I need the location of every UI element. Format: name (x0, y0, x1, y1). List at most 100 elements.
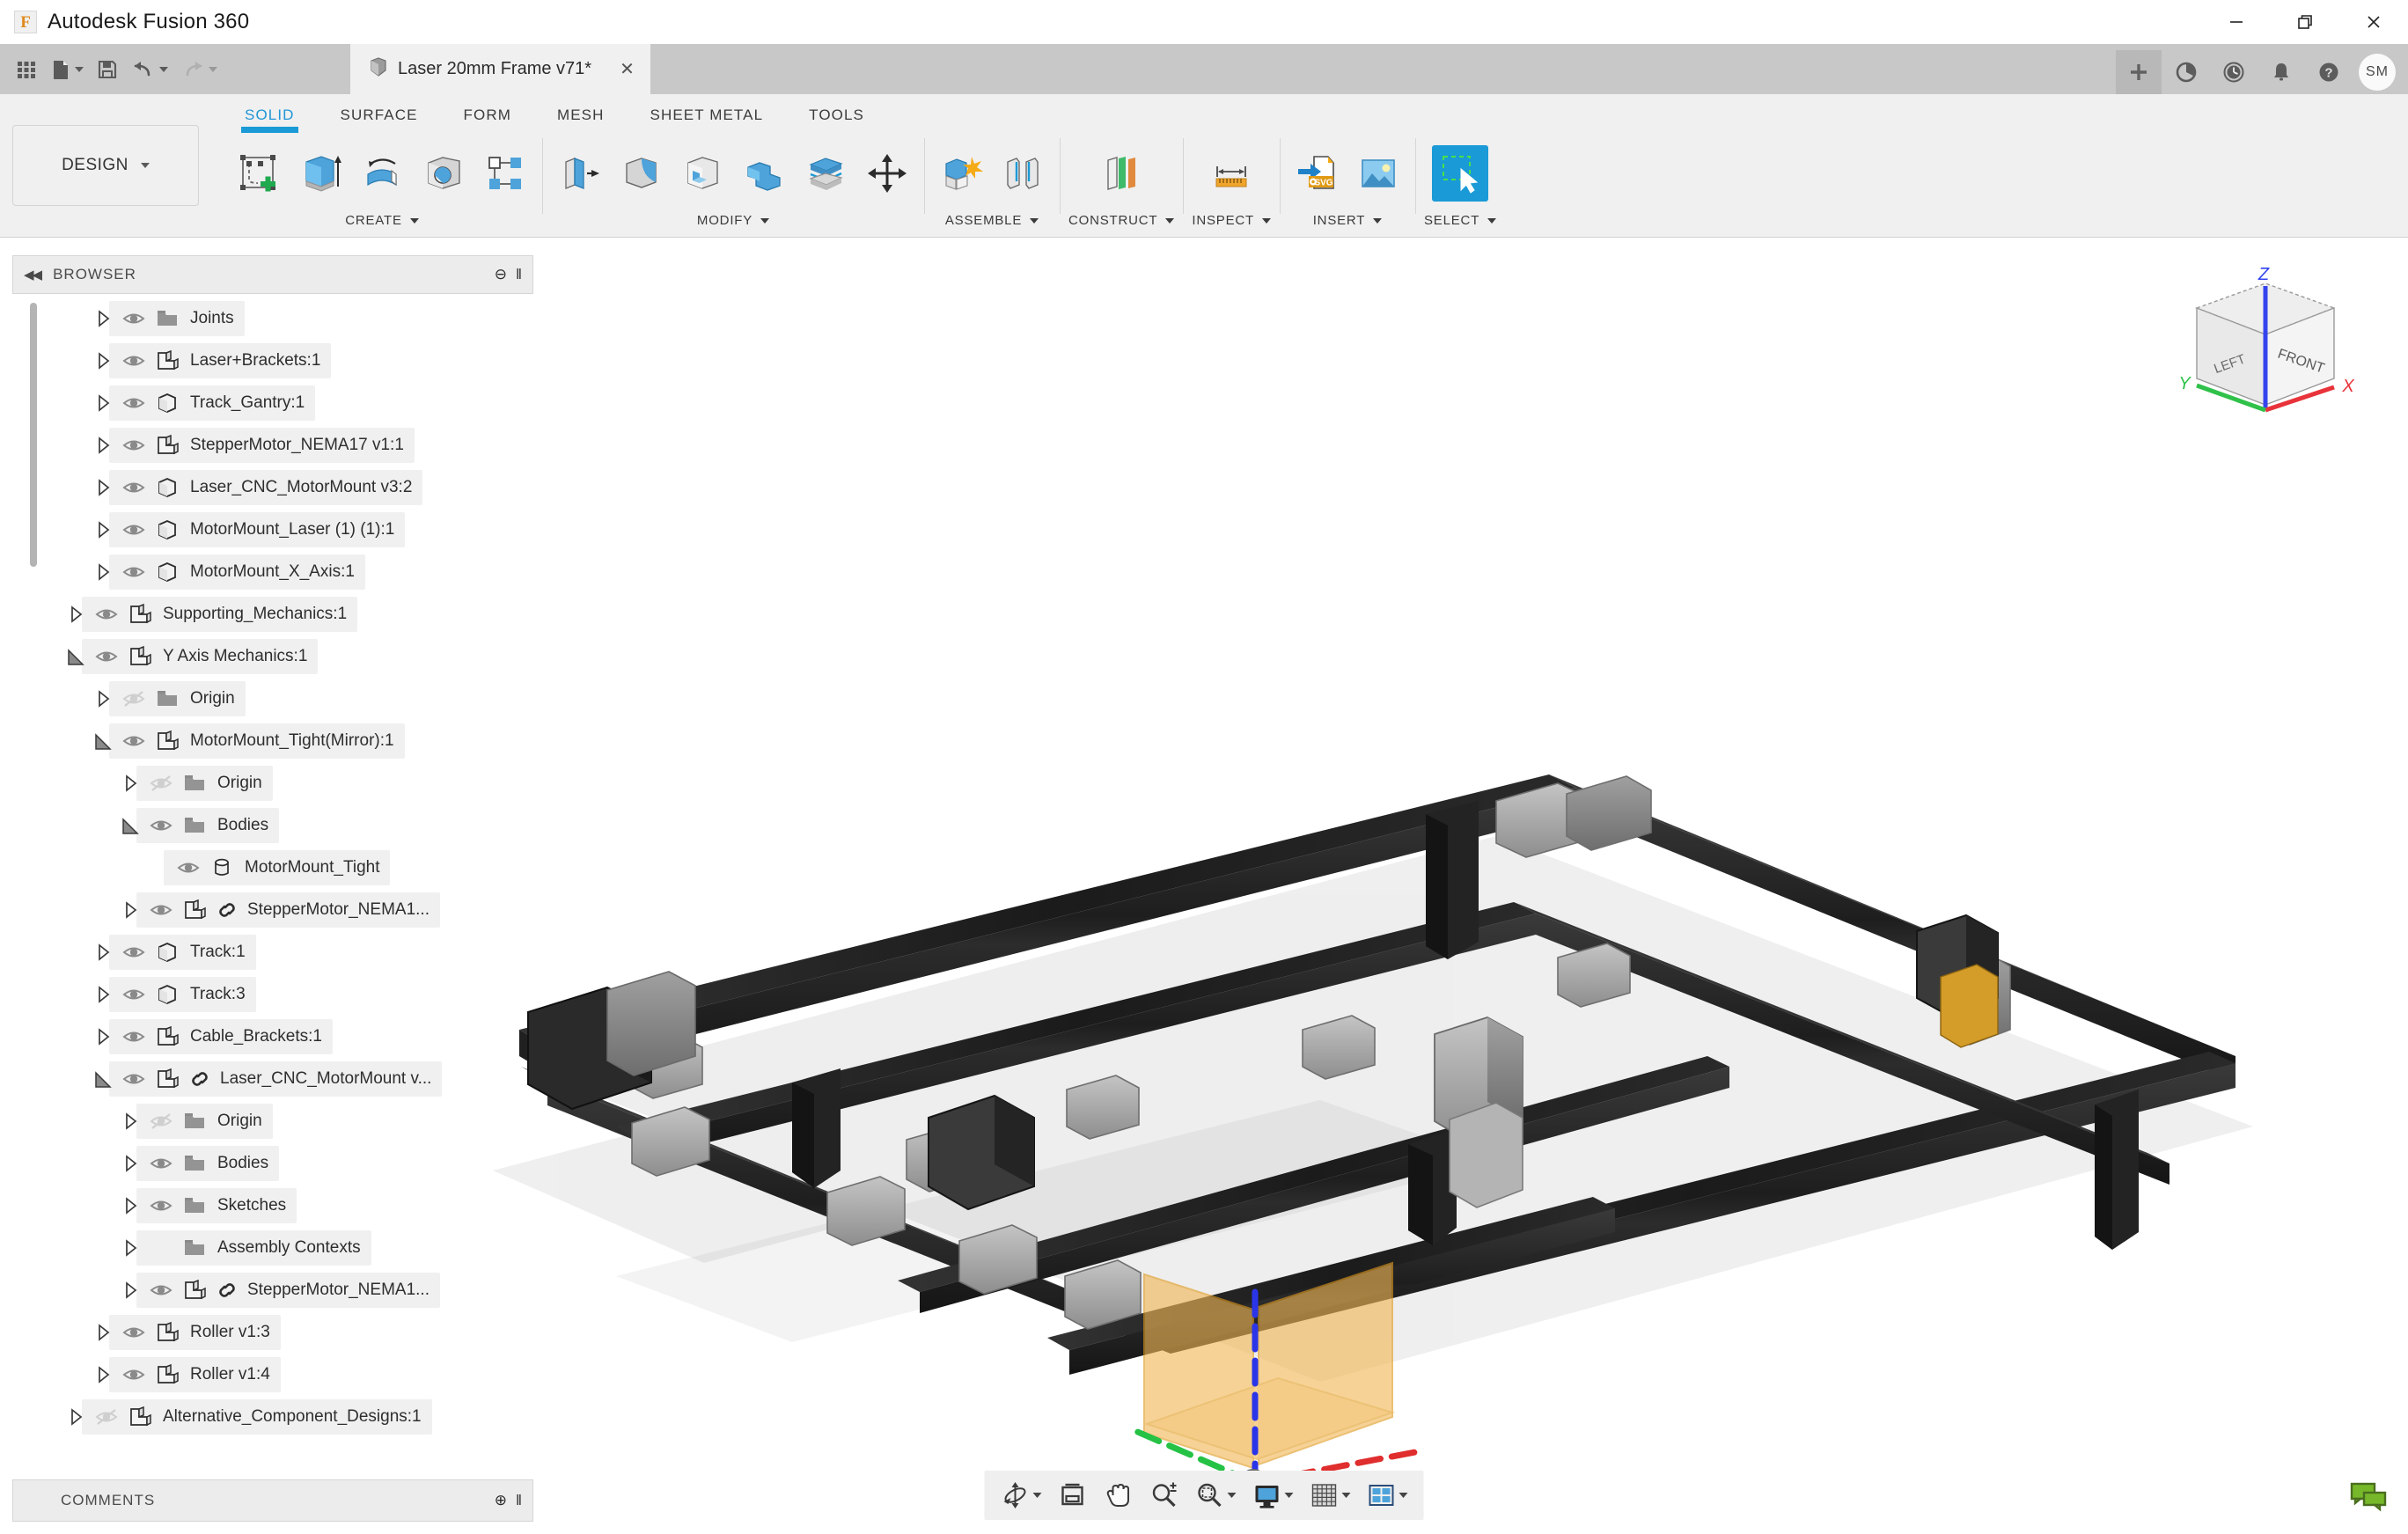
browser-tree-item[interactable]: Origin (12, 678, 533, 720)
tree-expand-arrow-icon[interactable] (88, 351, 118, 371)
visibility-on-icon[interactable] (118, 986, 150, 1003)
browser-tree-item[interactable]: Cable_Brackets:1 (12, 1016, 533, 1058)
select-window-icon[interactable] (1432, 144, 1489, 202)
tree-expand-arrow-icon[interactable] (88, 520, 118, 539)
visibility-on-icon[interactable] (118, 1366, 150, 1384)
press-pull-icon[interactable] (551, 145, 607, 202)
browser-tree-item[interactable]: Laser_CNC_MotorMount v... (12, 1058, 533, 1100)
minimize-button[interactable] (2202, 0, 2271, 44)
ribbon-group-inspect-label[interactable]: INSPECT (1192, 213, 1271, 237)
tree-collapse-arrow-icon[interactable] (61, 647, 91, 666)
tree-expand-arrow-icon[interactable] (61, 1407, 91, 1427)
visibility-on-icon[interactable] (118, 732, 150, 750)
visibility-on-icon[interactable] (118, 943, 150, 961)
visibility-on-icon[interactable] (118, 1070, 150, 1088)
ribbon-group-assemble-label[interactable]: ASSEMBLE (945, 213, 1039, 237)
tab-solid[interactable]: SOLID (222, 106, 318, 133)
browser-tree-item[interactable]: Laser_CNC_MotorMount v3:2 (12, 466, 533, 509)
browser-tree-item[interactable]: MotorMount_Laser (1) (1):1 (12, 509, 533, 551)
browser-tree-item[interactable]: MotorMount_Tight (12, 847, 533, 889)
browser-tree-item[interactable]: Origin (12, 1100, 533, 1142)
tree-collapse-arrow-icon[interactable] (88, 731, 118, 751)
close-tab-icon[interactable]: ✕ (616, 57, 638, 82)
visibility-off-icon[interactable] (145, 774, 177, 792)
close-button[interactable] (2339, 0, 2408, 44)
tree-expand-arrow-icon[interactable] (88, 1027, 118, 1046)
browser-tree-item[interactable]: Roller v1:4 (12, 1354, 533, 1396)
grid-snaps-icon[interactable] (1303, 1475, 1358, 1516)
ribbon-group-select-label[interactable]: SELECT (1424, 213, 1497, 237)
ribbon-group-create-label[interactable]: CREATE (345, 213, 419, 237)
browser-resize-grip[interactable]: ‖ (516, 266, 522, 283)
tree-expand-arrow-icon[interactable] (88, 1365, 118, 1384)
combine-icon[interactable] (736, 145, 792, 202)
offset-plane-icon[interactable] (1093, 145, 1149, 202)
browser-tree-item[interactable]: Assembly Contexts (12, 1227, 533, 1269)
visibility-off-icon[interactable] (145, 1112, 177, 1130)
zoom-icon[interactable] (1142, 1475, 1186, 1516)
chat-bubble-icon[interactable] (2350, 1482, 2389, 1516)
tree-expand-arrow-icon[interactable] (88, 436, 118, 455)
browser-tree-item[interactable]: Laser+Brackets:1 (12, 340, 533, 382)
tree-expand-arrow-icon[interactable] (115, 900, 145, 920)
display-settings-icon[interactable] (1245, 1475, 1301, 1516)
notifications-bell-icon[interactable] (2258, 50, 2304, 94)
browser-tree-item[interactable]: Bodies (12, 804, 533, 847)
browser-tree-item[interactable]: Roller v1:3 (12, 1311, 533, 1354)
measure-icon[interactable] (1203, 145, 1259, 202)
comments-resize-grip[interactable]: ‖ (516, 1492, 522, 1509)
visibility-on-icon[interactable] (118, 563, 150, 581)
recent-clock-icon[interactable] (2211, 50, 2257, 94)
tree-expand-arrow-icon[interactable] (88, 562, 118, 582)
visibility-on-icon[interactable] (145, 1155, 177, 1172)
ribbon-group-construct-label[interactable]: CONSTRUCT (1068, 213, 1175, 237)
browser-tree-item[interactable]: Bodies (12, 1142, 533, 1185)
visibility-on-icon[interactable] (145, 901, 177, 919)
tree-expand-arrow-icon[interactable] (61, 605, 91, 624)
viewports-icon[interactable] (1360, 1475, 1415, 1516)
tree-expand-arrow-icon[interactable] (115, 1238, 145, 1258)
visibility-off-icon[interactable] (91, 1408, 122, 1426)
add-comment-icon[interactable]: ⊕ (495, 1492, 507, 1509)
joint-icon[interactable] (995, 145, 1051, 202)
hole-icon[interactable] (415, 145, 472, 202)
visibility-on-icon[interactable] (118, 1028, 150, 1046)
visibility-on-icon[interactable] (145, 1197, 177, 1215)
offset-face-icon[interactable] (797, 145, 854, 202)
visibility-on-icon[interactable] (118, 521, 150, 539)
tree-expand-arrow-icon[interactable] (88, 1323, 118, 1342)
browser-tree-item[interactable]: Sketches (12, 1185, 533, 1227)
tree-collapse-arrow-icon[interactable] (88, 1069, 118, 1089)
look-at-icon[interactable] (1051, 1475, 1095, 1516)
browser-tree-item[interactable]: MotorMount_X_Axis:1 (12, 551, 533, 593)
orbit-icon[interactable] (994, 1475, 1049, 1516)
tree-expand-arrow-icon[interactable] (115, 1112, 145, 1131)
tab-surface[interactable]: SURFACE (318, 106, 441, 129)
tree-expand-arrow-icon[interactable] (88, 393, 118, 413)
fillet-icon[interactable] (613, 145, 669, 202)
new-tab-button[interactable] (2116, 50, 2162, 94)
extensions-icon[interactable] (2163, 50, 2209, 94)
visibility-on-icon[interactable] (173, 859, 204, 877)
browser-tree-item[interactable]: MotorMount_Tight(Mirror):1 (12, 720, 533, 762)
revolve-icon[interactable] (354, 145, 410, 202)
shell-icon[interactable] (674, 145, 730, 202)
comments-panel[interactable]: COMMENTS ⊕ ‖ (12, 1479, 533, 1522)
save-icon[interactable] (90, 50, 125, 89)
tree-collapse-arrow-icon[interactable] (115, 816, 145, 835)
tree-expand-arrow-icon[interactable] (88, 689, 118, 708)
tree-expand-arrow-icon[interactable] (115, 774, 145, 793)
tab-mesh[interactable]: MESH (534, 106, 628, 129)
browser-tree-item[interactable]: Origin (12, 762, 533, 804)
new-component-icon[interactable] (933, 145, 989, 202)
visibility-on-icon[interactable] (91, 648, 122, 665)
tab-form[interactable]: FORM (441, 106, 534, 129)
visibility-on-icon[interactable] (118, 437, 150, 454)
tree-expand-arrow-icon[interactable] (88, 478, 118, 497)
pan-icon[interactable] (1097, 1475, 1141, 1516)
avatar[interactable]: SM (2359, 54, 2396, 91)
browser-tree-item[interactable]: StepperMotor_NEMA1... (12, 889, 533, 931)
tree-expand-arrow-icon[interactable] (88, 943, 118, 962)
tab-tools[interactable]: TOOLS (786, 106, 887, 129)
tree-expand-arrow-icon[interactable] (88, 309, 118, 328)
